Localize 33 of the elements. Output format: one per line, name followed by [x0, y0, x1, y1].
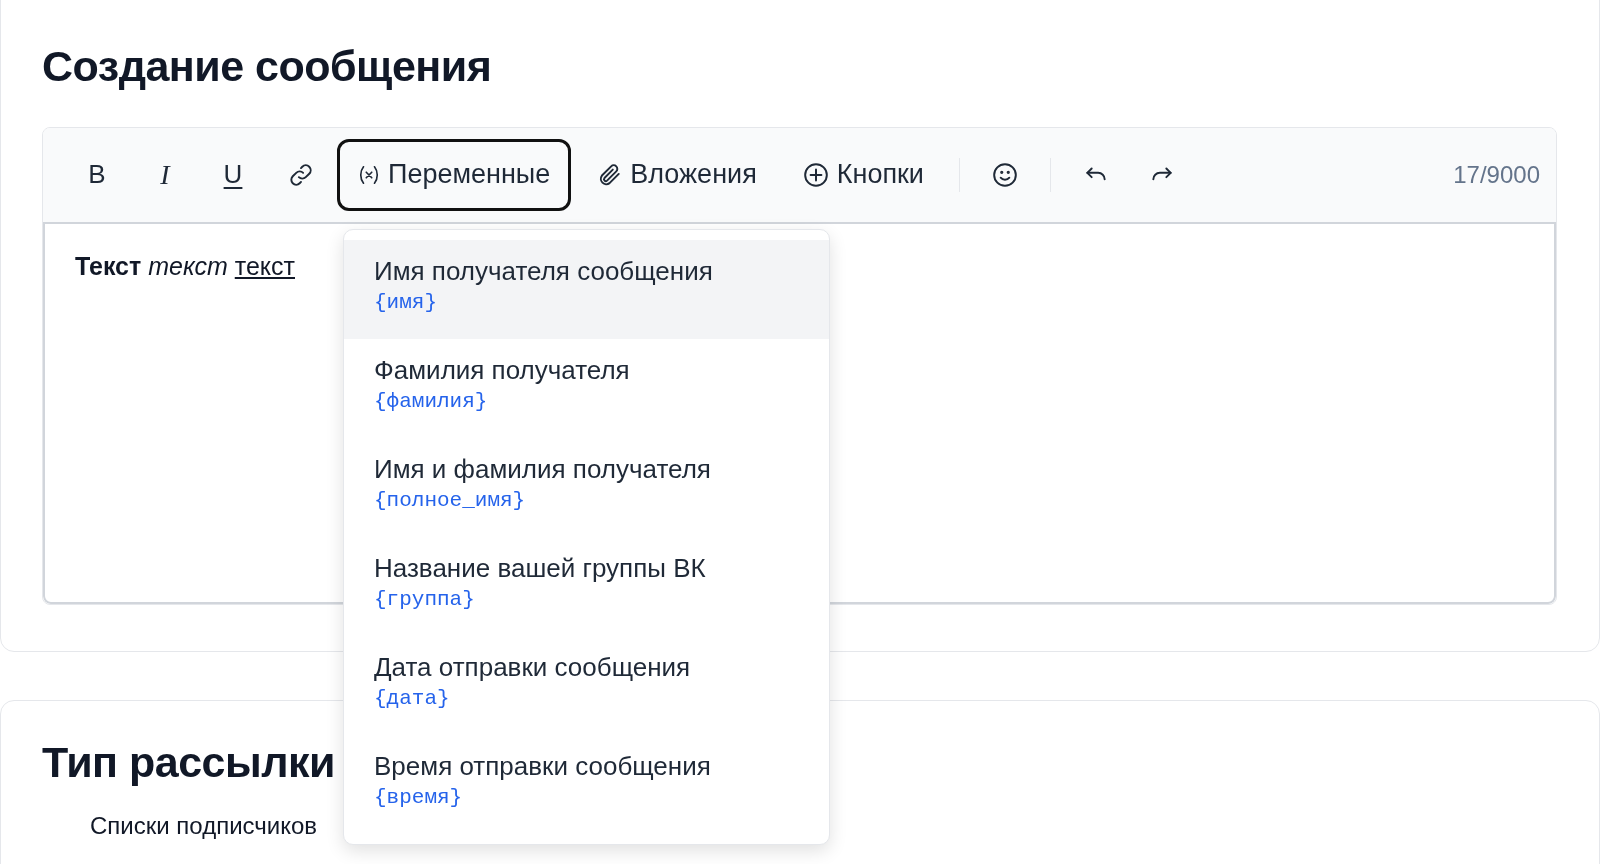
variable-option[interactable]: Время отправки сообщения {время} [344, 735, 829, 834]
variable-icon [358, 163, 380, 186]
section-title: Тип рассылки [42, 736, 335, 788]
page-title: Создание сообщения [42, 41, 492, 92]
bold-button[interactable]: B [65, 146, 129, 203]
variable-option[interactable]: Дата отправки сообщения {дата} [344, 636, 829, 735]
character-counter: 17/9000 [1453, 160, 1540, 189]
variable-code: {дата} [374, 687, 451, 710]
variable-option[interactable]: Фамилия получателя {фамилия} [344, 339, 829, 438]
toolbar-button[interactable]: Вложения [575, 138, 778, 211]
toolbar-button[interactable]: Переменные [337, 138, 572, 211]
plus-circle-icon [802, 161, 829, 188]
option-label: Фамилия получателя [374, 355, 631, 386]
italic-button[interactable]: I [133, 146, 197, 203]
variable-option[interactable]: Имя и фамилия получателя {полное_имя} [344, 438, 829, 537]
variable-option[interactable]: Название вашей группы ВК {группа} [344, 537, 829, 636]
variable-code: {группа} [374, 588, 476, 611]
option-label: Время отправки сообщения [374, 751, 712, 782]
variable-code: {имя} [374, 291, 438, 314]
smiley-icon [991, 161, 1018, 188]
variable-code: {фамилия} [374, 390, 489, 413]
underline-button[interactable]: U [201, 146, 265, 203]
option-label: Имя получателя сообщения [374, 256, 714, 287]
variable-code: {полное_имя} [374, 489, 527, 512]
variable-option[interactable]: Имя получателя сообщения {имя} [344, 240, 829, 339]
option-label: Дата отправки сообщения [374, 652, 692, 683]
option-label: Название вашей группы ВК [374, 553, 707, 584]
section-label: Списки подписчиков [90, 812, 318, 841]
toolbar-button[interactable]: Кнопки [781, 138, 945, 211]
variable-code: {время} [374, 786, 464, 809]
link-icon [288, 161, 314, 188]
editor-text: Текст текст текст [75, 251, 295, 280]
option-label: Имя и фамилия получателя [374, 454, 712, 485]
